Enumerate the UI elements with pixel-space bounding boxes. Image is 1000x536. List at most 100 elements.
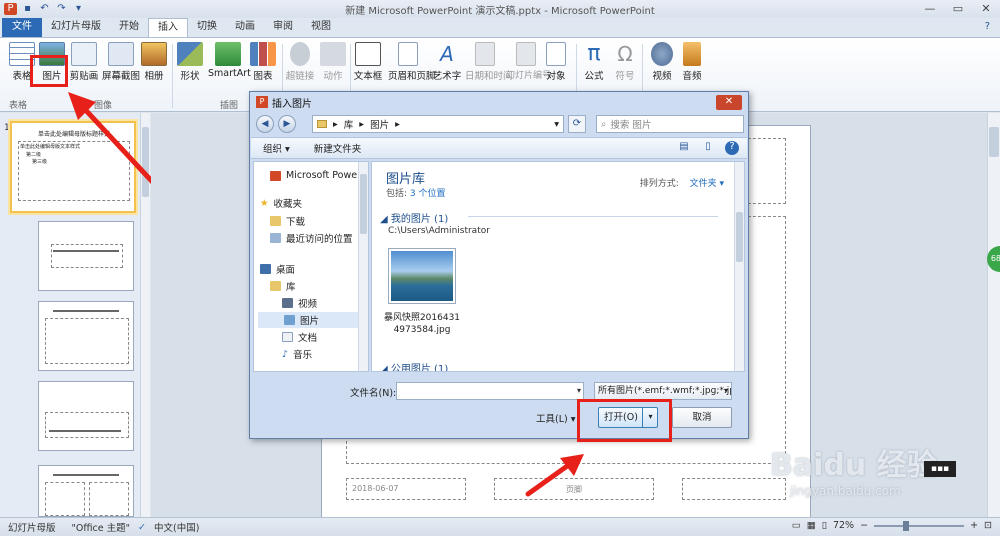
nav-item-recent[interactable]: 最近访问的位置 [270, 231, 353, 245]
zoom-slider[interactable] [874, 520, 965, 531]
powerpoint-app-icon[interactable]: P [4, 3, 17, 15]
dropdown-arrow-icon[interactable]: ▾ [577, 386, 581, 395]
nav-item-library[interactable]: 库 [270, 279, 296, 293]
tools-button[interactable]: 工具(L) ▾ [536, 411, 576, 425]
includes-link[interactable]: 3 个位置 [410, 189, 446, 199]
save-icon[interactable]: ▪ [21, 3, 34, 15]
organize-button[interactable]: 组织 ▾ [251, 141, 302, 155]
redo-icon[interactable]: ↷ [55, 3, 68, 15]
search-input[interactable]: ⌕ 搜索 图片 [596, 115, 744, 133]
minimize-button[interactable]: — [916, 0, 944, 18]
smartart-button[interactable]: SmartArt [208, 40, 251, 96]
nav-scrollbar[interactable] [358, 162, 368, 371]
action-button[interactable]: 动作 [313, 40, 353, 96]
new-folder-button[interactable]: 新建文件夹 [302, 141, 374, 155]
canvas-scroll-thumb[interactable] [989, 127, 999, 157]
symbol-button[interactable]: Ω 符号 [605, 40, 645, 96]
group-public-pictures[interactable]: ◢ 公用图片 (1) [380, 360, 448, 371]
maximize-button[interactable]: ▭ [944, 0, 972, 18]
dialog-close-button[interactable]: ✕ [716, 95, 742, 110]
cancel-button[interactable]: 取消 [672, 407, 732, 428]
forward-button[interactable]: ▶ [278, 115, 296, 133]
fit-to-window-icon[interactable]: ⊡ [984, 520, 992, 531]
zoom-level[interactable]: 72% [833, 520, 854, 531]
library-icon [270, 281, 281, 291]
status-language[interactable]: 中文(中国) [146, 520, 207, 534]
tab-file[interactable]: 文件 [2, 18, 42, 37]
tab-transitions[interactable]: 切换 [188, 18, 226, 37]
nav-item-documents[interactable]: 文档 [282, 330, 317, 344]
landscape-image [391, 251, 453, 301]
close-button[interactable]: ✕ [972, 0, 1000, 18]
nav-scroll-thumb[interactable] [360, 174, 367, 234]
slide-thumbnail-layout-2[interactable] [38, 301, 134, 371]
nav-item-desktop[interactable]: 桌面 [260, 262, 295, 276]
tab-animations[interactable]: 动画 [226, 18, 264, 37]
group-divider [468, 216, 718, 217]
breadcrumb-library[interactable]: 库 [344, 117, 354, 131]
tab-home[interactable]: 开始 [110, 18, 148, 37]
clipart-button[interactable]: 剪贴画 [64, 40, 104, 96]
spellcheck-icon[interactable]: ✓ [138, 522, 146, 533]
equation-icon: π [587, 41, 601, 66]
nav-item-pictures[interactable]: 图片 [258, 312, 358, 328]
zoom-slider-thumb[interactable] [903, 520, 910, 531]
wordart-button[interactable]: A 艺术字 [427, 40, 467, 96]
music-folder-icon: ♪ [282, 348, 289, 360]
nav-item-favorites[interactable]: ★ 收藏夹 [260, 196, 302, 211]
address-dropdown-icon[interactable]: ▾ [554, 119, 559, 130]
dropdown-arrow-icon[interactable]: ▾ [724, 383, 728, 399]
zoom-in-icon[interactable]: + [970, 520, 978, 531]
hyperlink-icon [290, 42, 310, 66]
nav-item-music[interactable]: ♪ 音乐 [282, 347, 312, 362]
chart-button[interactable]: 图表 [243, 40, 283, 96]
tab-review[interactable]: 审阅 [264, 18, 302, 37]
nav-item-powerpoint[interactable]: Microsoft PowerPoint [270, 170, 368, 181]
help-icon[interactable]: ? [725, 141, 739, 155]
customize-arrow-icon[interactable]: ▾ [72, 3, 85, 15]
filename-input[interactable]: ▾ [396, 382, 584, 400]
tab-view[interactable]: 视图 [302, 18, 340, 37]
header-footer-button[interactable]: 页眉和页脚 [388, 40, 436, 96]
file-list-scroll-thumb[interactable] [736, 212, 743, 262]
object-button[interactable]: 对象 [536, 40, 576, 96]
video-icon [651, 42, 673, 66]
nav-label: 图片 [300, 316, 320, 327]
photo-thumbnail[interactable] [388, 248, 456, 304]
canvas-vertical-scrollbar[interactable] [987, 113, 1000, 517]
file-list-scrollbar[interactable] [734, 162, 744, 371]
breadcrumb-pictures[interactable]: 图片 [370, 117, 389, 131]
view-options-icon[interactable]: ▤ [677, 141, 691, 155]
normal-view-icon[interactable]: ▭ [792, 520, 801, 531]
undo-icon[interactable]: ↶ [38, 3, 51, 15]
desktop-icon [260, 264, 271, 274]
tab-slide-master[interactable]: 幻灯片母版 [42, 18, 110, 37]
status-bar: 幻灯片母版 "Office 主题" ✓ 中文(中国) ▭ ▦ ▯ 72% − +… [0, 517, 1000, 536]
datetime-button[interactable]: 日期和时间 [465, 40, 513, 96]
dialog-title: 插入图片 [272, 98, 312, 110]
nav-item-videos[interactable]: 视频 [282, 296, 317, 310]
help-icon[interactable]: ? [985, 21, 990, 32]
filetype-select[interactable]: 所有图片(*.emf;*.wmf;*.jpg;*.jp ▾ [594, 382, 732, 400]
slide-thumbnail-layout-3[interactable] [38, 381, 134, 451]
shapes-button[interactable]: 形状 [170, 40, 210, 96]
album-button[interactable]: 相册 [134, 40, 174, 96]
sort-dropdown[interactable]: 文件夹 ▾ [690, 179, 724, 189]
tab-insert[interactable]: 插入 [148, 18, 188, 37]
address-bar[interactable]: ▸ 库 ▸ 图片 ▸ ▾ [312, 115, 564, 133]
audio-button[interactable]: 音频 [672, 40, 712, 96]
slide-thumbnail-layout-1[interactable] [38, 221, 134, 291]
date-placeholder[interactable]: 2018-06-07 [346, 478, 466, 500]
preview-pane-icon[interactable]: ▯ [701, 141, 715, 155]
group-my-pictures[interactable]: ◢ 我的图片 (1) [380, 210, 448, 225]
zoom-out-icon[interactable]: − [860, 520, 868, 531]
back-button[interactable]: ◀ [256, 115, 274, 133]
nav-item-downloads[interactable]: 下载 [270, 214, 305, 228]
reading-view-icon[interactable]: ▯ [822, 520, 827, 531]
slide-number-placeholder[interactable] [682, 478, 786, 500]
refresh-button[interactable]: ⟳ [568, 115, 586, 133]
textbox-button[interactable]: 文本框 [348, 40, 388, 96]
sorter-view-icon[interactable]: ▦ [807, 520, 816, 531]
photo-filename[interactable]: 暴风快照20164314973584.jpg [382, 312, 462, 336]
slide-thumbnail-layout-4[interactable] [38, 465, 134, 517]
